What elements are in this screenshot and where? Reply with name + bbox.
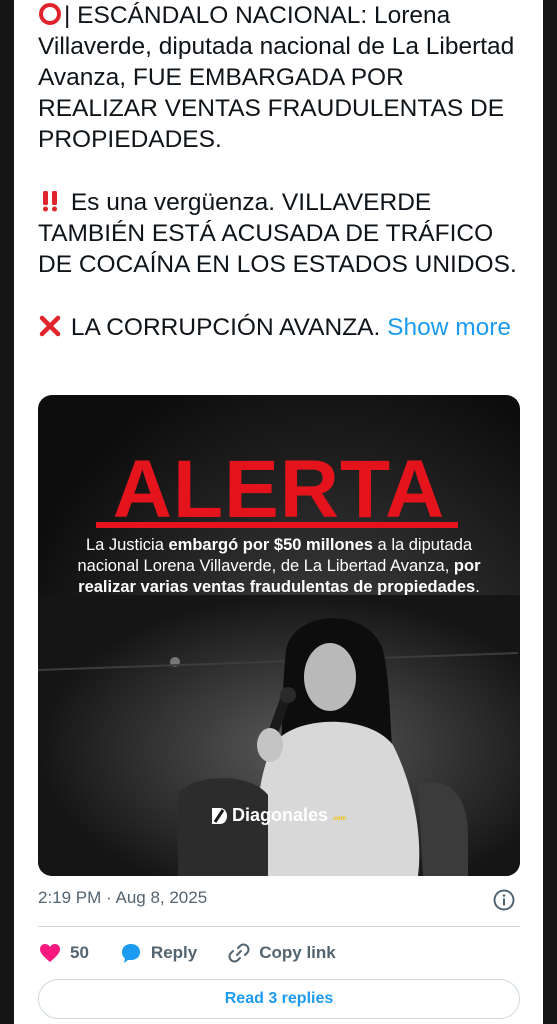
tweet-line-2: Es una vergüenza. VILLAVERDE TAMBIÉN EST… — [38, 189, 517, 278]
tweet-timestamp[interactable]: 2:19 PM · Aug 8, 2025 — [38, 888, 207, 908]
tweet-line-1: | ESCÁNDALO NACIONAL: Lorena Villaverde,… — [38, 2, 515, 153]
logo-text: Diagonales — [232, 805, 329, 825]
tweet-image[interactable]: ALERTA La Justicia embargó por $50 millo… — [38, 395, 520, 876]
reply-label: Reply — [150, 943, 198, 962]
speech-bubble-icon — [121, 944, 140, 963]
copy-link-button[interactable]: Copy link — [227, 941, 336, 965]
tweet-body: | ESCÁNDALO NACIONAL: Lorena Villaverde,… — [38, 0, 518, 375]
diagonales-logo-icon — [212, 807, 227, 824]
link-icon — [228, 943, 250, 963]
copy-link-label: Copy link — [259, 943, 336, 962]
cross-mark-icon — [39, 315, 61, 337]
read-replies-button[interactable]: Read 3 replies — [38, 979, 520, 1019]
reply-button[interactable]: Reply — [119, 941, 197, 965]
logo-suffix: .com — [332, 816, 347, 822]
tweet-paragraph-2: Es una vergüenza. VILLAVERDE TAMBIÉN EST… — [38, 187, 518, 280]
tweet-paragraph-1: | ESCÁNDALO NACIONAL: Lorena Villaverde,… — [38, 0, 518, 155]
like-button[interactable]: 50 — [38, 941, 89, 965]
tweet-actions: 50 Reply Copy link — [38, 937, 366, 969]
tweet-paragraph-3: LA CORRUPCIÓN AVANZA. Show more — [38, 312, 518, 343]
info-icon[interactable] — [492, 888, 516, 912]
show-more-link[interactable]: Show more — [387, 314, 511, 341]
divider — [38, 926, 520, 927]
tweet-line-3: LA CORRUPCIÓN AVANZA. — [70, 314, 381, 341]
image-red-underline — [96, 522, 458, 528]
diagonales-logo: Diagonales .com — [210, 805, 346, 826]
like-count: 50 — [70, 943, 89, 962]
tweet-card: | ESCÁNDALO NACIONAL: Lorena Villaverde,… — [14, 0, 543, 1024]
image-headline: La Justicia embargó por $50 millones a l… — [77, 536, 481, 596]
woman-with-microphone-photo — [38, 595, 520, 876]
heart-icon — [40, 944, 60, 962]
double-exclamation-icon — [43, 191, 57, 212]
red-circle-icon — [39, 3, 61, 25]
